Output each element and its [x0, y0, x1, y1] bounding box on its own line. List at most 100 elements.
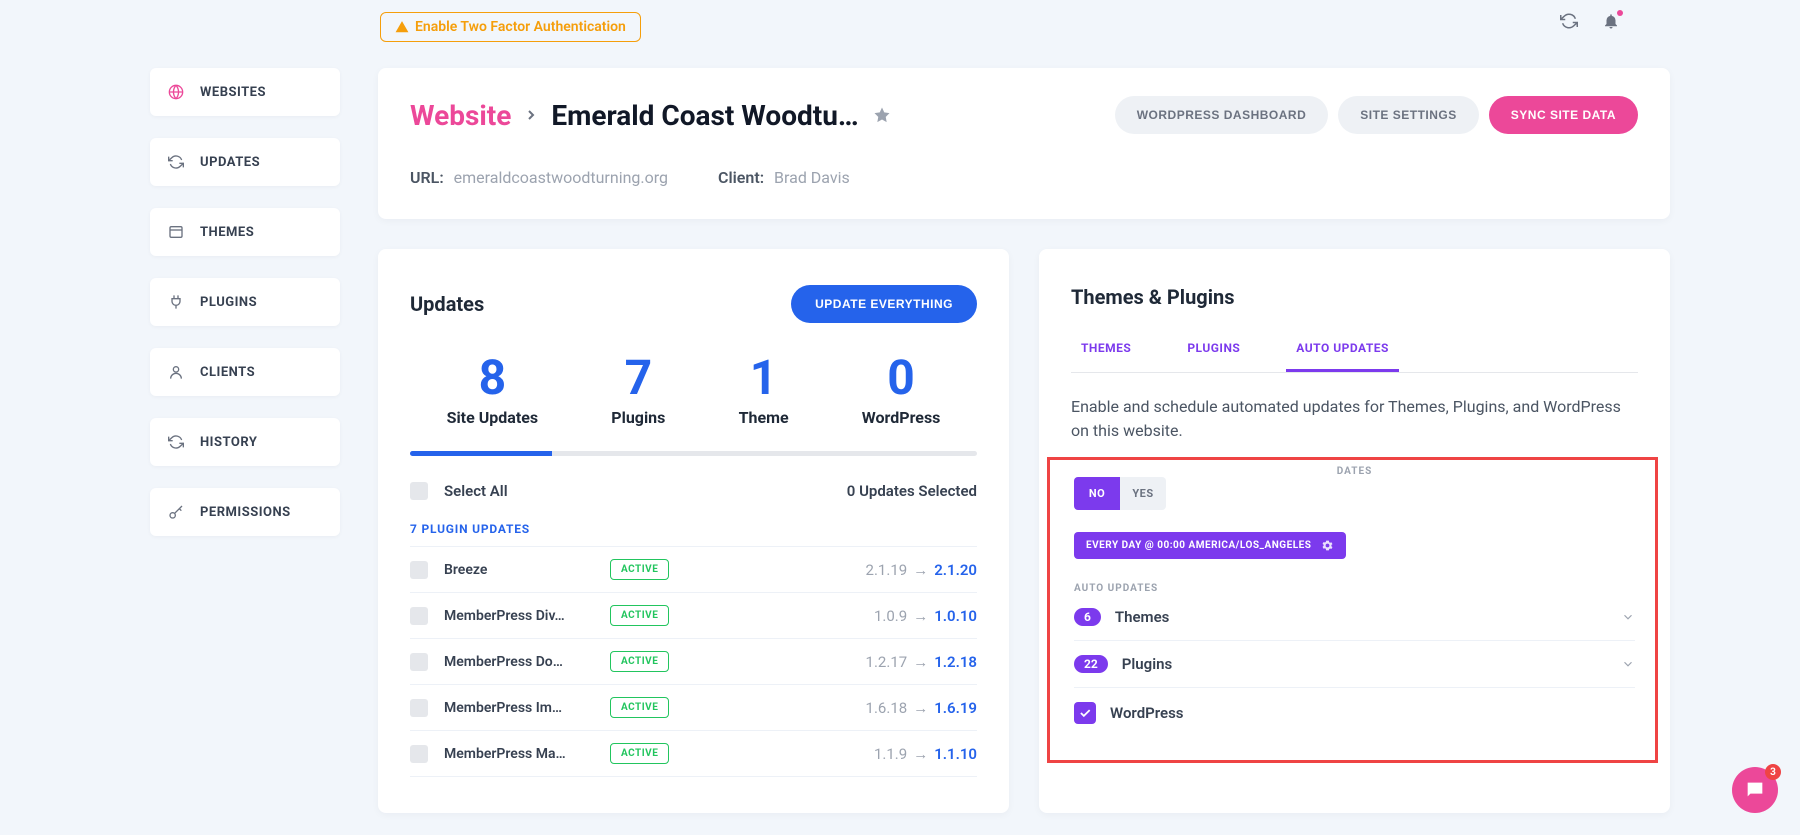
update-row[interactable]: BreezeACTIVE2.1.19→2.1.20: [410, 546, 977, 593]
plug-icon: [168, 294, 186, 310]
stat-num: 7: [611, 349, 665, 406]
status-badge: ACTIVE: [610, 651, 669, 672]
select-all-label[interactable]: Select All: [444, 482, 508, 500]
stat-label: Plugins: [611, 408, 665, 427]
auto-updates-sub-label: AUTO UPDATES: [1074, 583, 1635, 594]
sidebar-item-label: PLUGINS: [200, 295, 257, 310]
version-from: 1.6.18: [866, 699, 908, 717]
auto-row-wordpress[interactable]: WordPress: [1074, 688, 1635, 738]
themes-plugins-card: Themes & Plugins THEMES PLUGINS AUTO UPD…: [1039, 249, 1670, 813]
chevron-down-icon[interactable]: [1621, 610, 1635, 624]
toggle-no[interactable]: NO: [1074, 477, 1120, 510]
arrow-right-icon: →: [913, 653, 928, 671]
site-url: URL: emeraldcoastwoodturning.org: [410, 168, 668, 187]
notification-bell-icon[interactable]: [1602, 12, 1620, 30]
version-to: 2.1.20: [934, 561, 977, 579]
update-row-checkbox[interactable]: [410, 561, 428, 579]
breadcrumb-root[interactable]: Website: [410, 99, 511, 132]
site-settings-button[interactable]: SITE SETTINGS: [1338, 96, 1479, 134]
arrow-right-icon: →: [913, 607, 928, 625]
version-from: 2.1.19: [866, 561, 908, 579]
status-badge: ACTIVE: [610, 743, 669, 764]
update-row[interactable]: MemberPress Div…ACTIVE1.0.9→1.0.10: [410, 593, 977, 639]
updates-progress-bar: [410, 451, 977, 456]
sidebar-item-permissions[interactable]: PERMISSIONS: [150, 488, 340, 536]
auto-row-label: WordPress: [1110, 704, 1184, 722]
stat-site-updates[interactable]: 8 Site Updates: [447, 349, 539, 427]
sidebar-nav: WEBSITES UPDATES THEMES PLUGINS CLIENTS …: [150, 68, 340, 536]
toggle-yes[interactable]: YES: [1120, 477, 1166, 510]
refresh-icon: [168, 434, 186, 450]
count-badge: 6: [1074, 608, 1101, 626]
update-stats: 8 Site Updates 7 Plugins 1 Theme 0 WordP…: [410, 349, 977, 427]
select-all-checkbox[interactable]: [410, 482, 428, 500]
sidebar-item-label: PERMISSIONS: [200, 505, 291, 520]
version-to: 1.0.10: [934, 607, 977, 625]
page-title: Emerald Coast Woodturni…: [551, 99, 861, 132]
version-to: 1.6.19: [934, 699, 977, 717]
chat-fab[interactable]: 3: [1732, 767, 1778, 813]
plugin-updates-section-label: 7 PLUGIN UPDATES: [410, 522, 977, 536]
auto-row-themes[interactable]: 6 Themes: [1074, 594, 1635, 641]
site-client: Client: Brad Davis: [718, 168, 850, 187]
auto-updates-head-label: DATES: [1074, 466, 1635, 477]
update-row-checkbox[interactable]: [410, 745, 428, 763]
update-row[interactable]: MemberPress Do…ACTIVE1.2.17→1.2.18: [410, 639, 977, 685]
selected-count: 0 Updates Selected: [847, 482, 977, 500]
plugin-name: MemberPress Div…: [444, 608, 594, 624]
sidebar-item-label: UPDATES: [200, 155, 260, 170]
tab-auto-updates[interactable]: AUTO UPDATES: [1286, 341, 1399, 372]
refresh-icon: [168, 154, 186, 170]
update-everything-button[interactable]: UPDATE EVERYTHING: [791, 285, 977, 323]
url-label: URL:: [410, 168, 444, 187]
client-value[interactable]: Brad Davis: [774, 168, 850, 187]
sidebar-item-updates[interactable]: UPDATES: [150, 138, 340, 186]
version-to: 1.1.10: [934, 745, 977, 763]
update-row[interactable]: MemberPress Im…ACTIVE1.6.18→1.6.19: [410, 685, 977, 731]
warning-icon: [395, 20, 409, 34]
stat-num: 0: [862, 349, 941, 406]
refresh-icon[interactable]: [1560, 12, 1578, 30]
stat-label: Site Updates: [447, 408, 539, 427]
auto-row-label: Themes: [1115, 608, 1169, 626]
count-badge: 22: [1074, 655, 1108, 673]
window-icon: [168, 224, 186, 240]
tab-themes[interactable]: THEMES: [1071, 341, 1141, 372]
updates-card: Updates UPDATE EVERYTHING 8 Site Updates…: [378, 249, 1009, 813]
stat-label: WordPress: [862, 408, 941, 427]
auto-updates-description: Enable and schedule automated updates fo…: [1071, 395, 1638, 443]
fab-badge: 3: [1765, 764, 1781, 780]
chevron-right-icon: [523, 107, 539, 123]
wordpress-dashboard-button[interactable]: WORDPRESS DASHBOARD: [1115, 96, 1329, 134]
themes-plugins-tabs: THEMES PLUGINS AUTO UPDATES: [1071, 341, 1638, 373]
update-row[interactable]: MemberPress Ma…ACTIVE1.1.9→1.1.10: [410, 731, 977, 777]
sidebar-item-label: THEMES: [200, 225, 254, 240]
breadcrumb: Website Emerald Coast Woodturni…: [410, 99, 1115, 132]
sync-site-data-button[interactable]: SYNC SITE DATA: [1489, 96, 1638, 134]
tab-plugins[interactable]: PLUGINS: [1177, 341, 1250, 372]
sidebar-item-websites[interactable]: WEBSITES: [150, 68, 340, 116]
auto-updates-no-yes-toggle[interactable]: NO YES: [1074, 477, 1166, 510]
url-value[interactable]: emeraldcoastwoodturning.org: [454, 168, 668, 187]
auto-updates-schedule-chip[interactable]: EVERY DAY @ 00:00 AMERICA/LOS_ANGELES: [1074, 532, 1346, 559]
auto-row-label: Plugins: [1122, 655, 1172, 673]
update-row-checkbox[interactable]: [410, 653, 428, 671]
favorite-star-icon[interactable]: [873, 106, 891, 124]
stat-plugins[interactable]: 7 Plugins: [611, 349, 665, 427]
version-from: 1.1.9: [874, 745, 907, 763]
update-row-checkbox[interactable]: [410, 607, 428, 625]
update-row-checkbox[interactable]: [410, 699, 428, 717]
tfa-banner[interactable]: Enable Two Factor Authentication: [380, 12, 641, 42]
key-icon: [168, 504, 186, 520]
sidebar-item-plugins[interactable]: PLUGINS: [150, 278, 340, 326]
auto-row-plugins[interactable]: 22 Plugins: [1074, 641, 1635, 688]
sidebar-item-clients[interactable]: CLIENTS: [150, 348, 340, 396]
wordpress-checked-icon[interactable]: [1074, 702, 1096, 724]
sidebar-item-themes[interactable]: THEMES: [150, 208, 340, 256]
sidebar-item-history[interactable]: HISTORY: [150, 418, 340, 466]
stat-theme[interactable]: 1 Theme: [739, 349, 789, 427]
status-badge: ACTIVE: [610, 559, 669, 580]
gear-icon[interactable]: [1321, 539, 1334, 552]
stat-wordpress[interactable]: 0 WordPress: [862, 349, 941, 427]
chevron-down-icon[interactable]: [1621, 657, 1635, 671]
